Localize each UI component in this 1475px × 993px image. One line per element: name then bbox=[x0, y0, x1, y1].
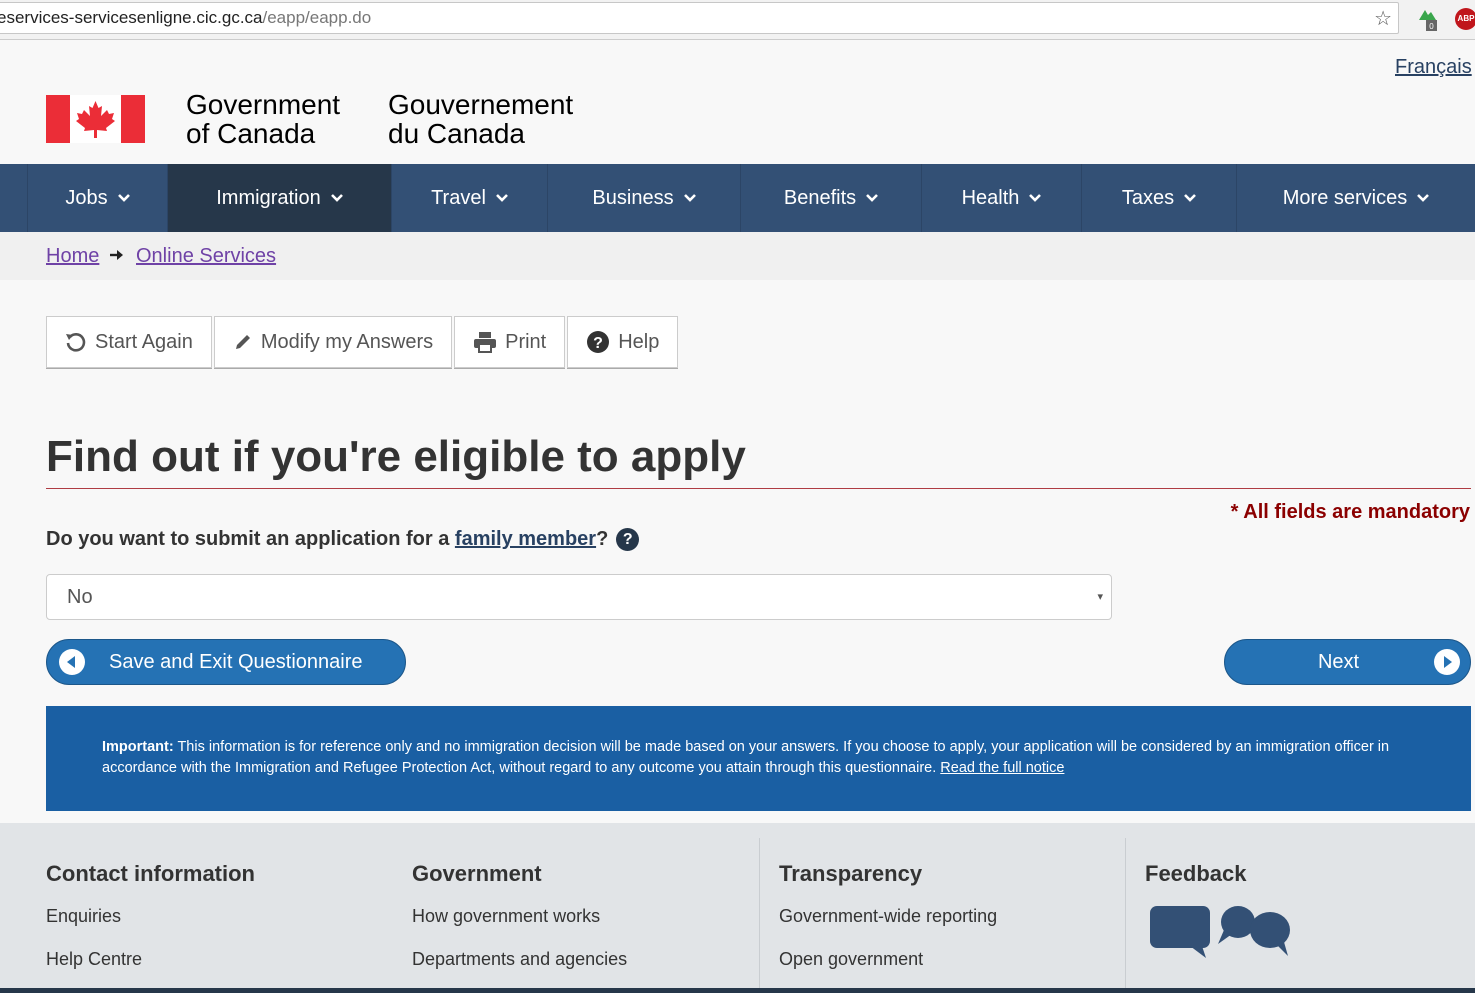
browser-toolbar: eservices-servicesenligne.cic.gc.ca/eapp… bbox=[0, 0, 1475, 40]
url-host: eservices-servicesenligne.cic.gc.ca bbox=[0, 8, 263, 27]
notice-text: This information is for reference only a… bbox=[102, 739, 1390, 776]
footer-government-column: Government How government works Departme… bbox=[385, 823, 760, 993]
svg-text:?: ? bbox=[593, 335, 603, 352]
breadcrumb: Home Online Services bbox=[0, 232, 1475, 280]
wordmark-french: Gouvernement du Canada bbox=[388, 90, 573, 148]
site-footer: Contact information Enquiries Help Centr… bbox=[0, 823, 1475, 993]
footer-link-departments[interactable]: Departments and agencies bbox=[412, 949, 627, 970]
breadcrumb-home-link[interactable]: Home bbox=[46, 245, 99, 268]
wordmark-fr-line1: Gouvernement bbox=[388, 89, 574, 120]
footer-link-open-government[interactable]: Open government bbox=[779, 949, 923, 970]
nav-label: Health bbox=[961, 186, 1020, 209]
address-bar[interactable]: eservices-servicesenligne.cic.gc.ca/eapp… bbox=[0, 2, 1399, 34]
footer-heading-feedback: Feedback bbox=[1145, 861, 1247, 886]
question-circle-icon: ? bbox=[587, 331, 610, 353]
chevron-down-icon bbox=[1417, 194, 1430, 202]
refresh-icon bbox=[66, 333, 86, 352]
nav-label: Business bbox=[592, 186, 674, 209]
circle-arrow-left-icon bbox=[59, 649, 85, 675]
question-prefix: Do you want to submit an application for… bbox=[46, 528, 455, 550]
nav-item-health[interactable]: Health bbox=[922, 164, 1082, 232]
help-label: Help bbox=[618, 330, 660, 353]
footer-heading-transparency: Transparency bbox=[779, 861, 923, 886]
adblock-icon[interactable]: ABP bbox=[1455, 8, 1475, 30]
printer-icon bbox=[474, 332, 497, 353]
footer-link-reporting[interactable]: Government-wide reporting bbox=[779, 906, 997, 927]
question-help-icon[interactable]: ? bbox=[616, 528, 640, 551]
wordmark-en-line2: of Canada bbox=[186, 118, 316, 149]
extension-icon[interactable]: 0 bbox=[1416, 6, 1438, 32]
important-notice: Important: This information is for refer… bbox=[46, 706, 1471, 811]
footer-link-how-government-works[interactable]: How government works bbox=[412, 906, 600, 927]
pencil-icon bbox=[235, 335, 250, 349]
select-value: No bbox=[67, 586, 93, 608]
chevron-down-icon bbox=[330, 194, 343, 202]
save-and-exit-label: Save and Exit Questionnaire bbox=[109, 650, 363, 673]
chevron-down-icon: ▾ bbox=[1097, 591, 1103, 603]
family-member-select[interactable]: No ▾ bbox=[46, 574, 1112, 620]
nav-item-travel[interactable]: Travel bbox=[392, 164, 548, 232]
modify-answers-label: Modify my Answers bbox=[260, 330, 434, 353]
nav-spacer bbox=[0, 164, 28, 232]
start-again-button[interactable]: Start Again bbox=[46, 316, 212, 368]
wordmark-fr-line2: du Canada bbox=[388, 118, 526, 149]
footer-heading-government: Government bbox=[412, 861, 542, 886]
print-button[interactable]: Print bbox=[454, 316, 566, 368]
svg-text:0: 0 bbox=[1429, 22, 1434, 31]
questionnaire-toolbar: Start Again Modify my Answers Print ? He… bbox=[46, 316, 680, 368]
chevron-down-icon bbox=[1029, 194, 1042, 202]
bookmark-star-icon[interactable]: ☆ bbox=[1374, 5, 1392, 33]
nav-label: Travel bbox=[431, 186, 486, 209]
family-member-link[interactable]: family member bbox=[455, 528, 596, 551]
main-menu: Jobs Immigration Travel Business Benefit… bbox=[0, 164, 1475, 232]
footer-link-help-centre[interactable]: Help Centre bbox=[46, 949, 142, 970]
canada-flag-icon[interactable] bbox=[46, 95, 145, 143]
footer-heading-contact: Contact information bbox=[46, 861, 255, 886]
question-suffix: ? bbox=[596, 528, 609, 550]
nav-item-benefits[interactable]: Benefits bbox=[741, 164, 922, 232]
url-path: /eapp/eapp.do bbox=[262, 8, 372, 27]
save-and-exit-button[interactable]: Save and Exit Questionnaire bbox=[46, 639, 406, 685]
chevron-down-icon bbox=[1184, 194, 1197, 202]
feedback-chat-icon[interactable] bbox=[1150, 904, 1292, 960]
chevron-down-icon bbox=[495, 194, 508, 202]
print-label: Print bbox=[505, 330, 547, 353]
circle-arrow-right-icon bbox=[1434, 649, 1460, 675]
title-divider bbox=[46, 488, 1471, 489]
chevron-down-icon bbox=[683, 194, 696, 202]
nav-item-taxes[interactable]: Taxes bbox=[1082, 164, 1237, 232]
nav-item-more-services[interactable]: More services bbox=[1237, 164, 1475, 232]
nav-label: Immigration bbox=[216, 186, 321, 209]
nav-label: Jobs bbox=[65, 186, 108, 209]
help-button[interactable]: ? Help bbox=[567, 316, 679, 368]
nav-item-jobs[interactable]: Jobs bbox=[28, 164, 168, 232]
start-again-label: Start Again bbox=[95, 330, 193, 353]
next-button[interactable]: Next bbox=[1224, 639, 1471, 685]
breadcrumb-online-services-link[interactable]: Online Services bbox=[136, 245, 276, 268]
chevron-down-icon bbox=[117, 194, 130, 202]
question-label: Do you want to submit an application for… bbox=[46, 528, 640, 551]
mandatory-note: * All fields are mandatory bbox=[1230, 501, 1470, 523]
nav-label: Taxes bbox=[1121, 186, 1175, 209]
footer-feedback-column: Feedback bbox=[1125, 838, 1475, 993]
footer-link-enquiries[interactable]: Enquiries bbox=[46, 906, 121, 927]
nav-label: More services bbox=[1282, 186, 1408, 209]
chevron-down-icon bbox=[866, 194, 879, 202]
nav-item-immigration[interactable]: Immigration bbox=[168, 164, 392, 232]
nav-label: Benefits bbox=[783, 186, 857, 209]
wordmark-english: Government of Canada bbox=[186, 90, 340, 148]
wordmark-en-line1: Government bbox=[186, 89, 341, 120]
notice-label: Important: bbox=[102, 739, 174, 755]
footer-contact-column: Contact information Enquiries Help Centr… bbox=[0, 823, 385, 993]
footer-bottom-bar bbox=[0, 988, 1475, 993]
read-full-notice-link[interactable]: Read the full notice bbox=[940, 760, 1064, 776]
footer-transparency-column: Transparency Government-wide reporting O… bbox=[759, 838, 1125, 993]
page-title: Find out if you're eligible to apply bbox=[46, 432, 746, 481]
nav-item-business[interactable]: Business bbox=[548, 164, 741, 232]
arrow-right-icon bbox=[110, 250, 123, 260]
language-toggle-link[interactable]: Français bbox=[1395, 56, 1472, 79]
next-label: Next bbox=[1317, 650, 1360, 673]
modify-answers-button[interactable]: Modify my Answers bbox=[213, 316, 453, 368]
